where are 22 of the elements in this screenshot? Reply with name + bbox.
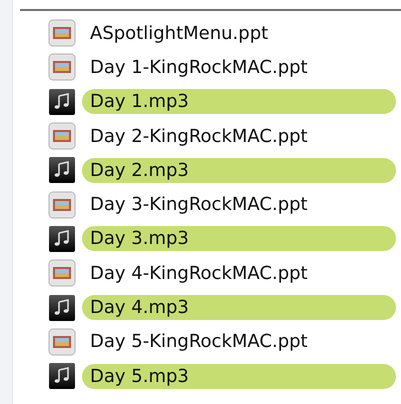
music-note-icon	[48, 156, 76, 184]
music-note-icon	[48, 294, 76, 322]
file-name[interactable]: Day 3-KingRockMAC.ppt	[82, 192, 316, 218]
music-note-icon	[48, 224, 76, 253]
file-name[interactable]: Day 2.mp3	[82, 158, 396, 183]
presentation-file-icon	[48, 122, 76, 150]
music-note-icon	[48, 88, 76, 116]
file-name[interactable]: Day 5.mp3	[82, 364, 396, 389]
file-name[interactable]: ASpotlightMenu.ppt	[82, 20, 276, 46]
file-name[interactable]: Day 1.mp3	[82, 89, 396, 114]
presentation-file-icon	[48, 259, 76, 288]
presentation-file-icon	[48, 328, 76, 356]
file-name[interactable]: Day 2-KingRockMAC.ppt	[82, 124, 316, 149]
presentation-file-icon	[48, 53, 76, 82]
presentation-file-icon	[48, 190, 76, 219]
file-name[interactable]: Day 4.mp3	[82, 295, 396, 320]
file-name[interactable]: Day 5-KingRockMAC.ppt	[82, 329, 316, 354]
file-name[interactable]: Day 1-KingRockMAC.ppt	[82, 54, 316, 80]
music-note-icon	[48, 362, 76, 390]
file-name[interactable]: Day 4-KingRockMAC.ppt	[82, 260, 316, 286]
file-name[interactable]: Day 3.mp3	[82, 226, 396, 252]
presentation-file-icon	[48, 19, 76, 48]
